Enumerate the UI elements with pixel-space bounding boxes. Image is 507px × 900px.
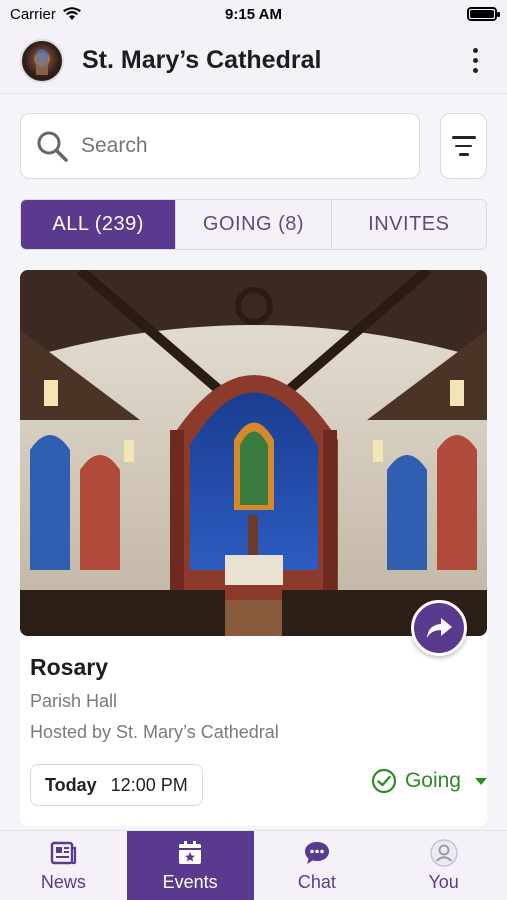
bottom-nav: News Events Chat You xyxy=(0,830,507,900)
battery-icon xyxy=(467,7,500,21)
more-options-icon[interactable] xyxy=(463,46,487,76)
tab-all[interactable]: ALL (239) xyxy=(21,200,177,249)
rsvp-status: Going xyxy=(404,769,461,792)
nav-news-label: News xyxy=(40,872,86,892)
nav-you[interactable]: You xyxy=(380,831,507,900)
rsvp-dropdown[interactable]: Going xyxy=(371,768,487,794)
page-title: St. Mary’s Cathedral xyxy=(82,46,322,74)
church-avatar[interactable] xyxy=(20,38,64,83)
event-image[interactable] xyxy=(20,270,487,636)
event-time: 12:00 PM xyxy=(110,774,188,795)
nav-you-label: You xyxy=(428,872,459,892)
event-host: Hosted by St. Mary’s Cathedral xyxy=(30,722,279,742)
event-title: Rosary xyxy=(30,654,108,680)
nav-events-label: Events xyxy=(162,872,218,892)
chat-bubble-icon xyxy=(304,842,329,864)
nav-news[interactable]: News xyxy=(0,831,127,900)
event-card[interactable]: Rosary Parish Hall Hosted by St. Mary’s … xyxy=(20,270,487,826)
cathedral-interior-image xyxy=(20,270,487,636)
calendar-star-icon xyxy=(179,841,202,864)
event-date-pill: Today 12:00 PM xyxy=(30,764,203,806)
newspaper-icon xyxy=(51,841,77,865)
search-icon xyxy=(37,131,68,162)
share-arrow-icon xyxy=(427,618,452,638)
search-input[interactable] xyxy=(81,134,381,158)
event-day: Today xyxy=(45,774,97,795)
filter-icon xyxy=(451,136,476,139)
app-header: St. Mary’s Cathedral xyxy=(0,28,507,94)
event-location: Parish Hall xyxy=(30,691,118,711)
check-circle-icon xyxy=(371,768,397,794)
status-left: Carrier xyxy=(10,6,82,23)
chevron-down-icon xyxy=(475,777,487,785)
wifi-icon xyxy=(62,7,81,20)
filter-button[interactable] xyxy=(440,113,487,179)
search-box[interactable] xyxy=(20,113,420,179)
status-time: 9:15 AM xyxy=(225,5,282,23)
user-icon xyxy=(429,839,458,867)
share-button[interactable] xyxy=(411,600,467,656)
tab-invites[interactable]: INVITES xyxy=(332,200,486,249)
nav-events[interactable]: Events xyxy=(126,831,254,900)
carrier-label: Carrier xyxy=(10,5,56,23)
tab-going[interactable]: GOING (8) xyxy=(176,200,332,249)
event-tabs: ALL (239) GOING (8) INVITES xyxy=(20,199,487,250)
status-bar: Carrier 9:15 AM xyxy=(0,0,507,28)
nav-chat-label: Chat xyxy=(297,872,336,892)
nav-chat[interactable]: Chat xyxy=(254,831,381,900)
